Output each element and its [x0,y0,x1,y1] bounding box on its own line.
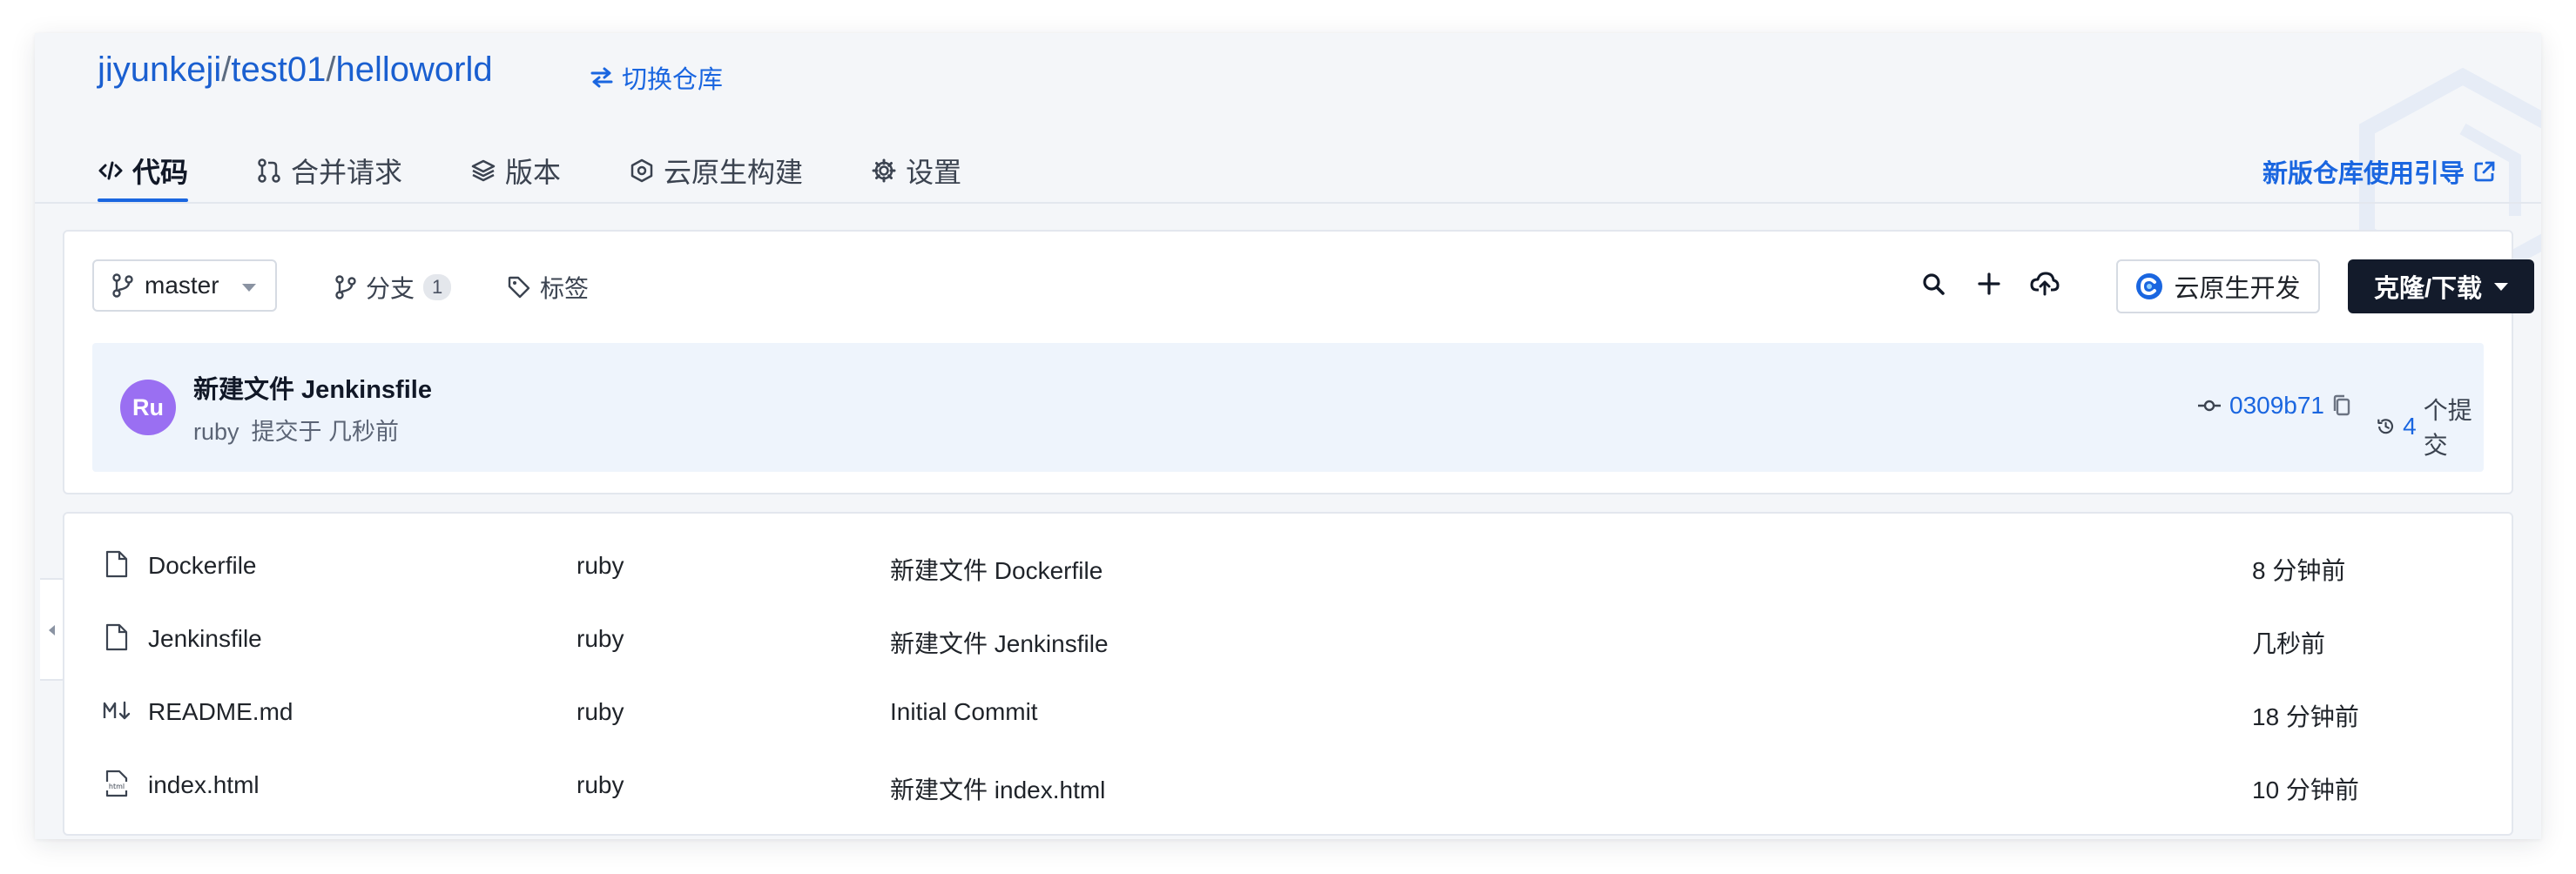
upload-button[interactable] [2029,268,2060,299]
search-button[interactable] [1918,268,1949,299]
file-commit-message[interactable]: 新建文件 Jenkinsfile [890,625,1109,660]
switch-repo-link[interactable]: 切换仓库 [589,59,723,96]
swap-icon [590,67,613,88]
code-icon [98,161,123,180]
file-icon [105,623,128,651]
file-author: ruby [577,771,624,798]
tag-icon [508,276,530,299]
tab-cloud-build[interactable]: 云原生构建 [629,143,803,198]
commit-author[interactable]: ruby [193,419,239,445]
table-row[interactable]: Jenkinsfile ruby 新建文件 Jenkinsfile 几秒前 [64,599,2512,672]
table-row[interactable]: README.md ruby Initial Commit 18 分钟前 [64,672,2512,745]
tab-label: 设置 [906,157,962,188]
header-divider [35,202,2541,204]
branch-icon [112,273,133,298]
branch-icon [335,275,356,299]
file-commit-message[interactable]: 新建文件 index.html [890,771,1105,806]
tags-label: 标签 [540,275,590,302]
file-name[interactable]: index.html [148,771,260,799]
branches-count-badge: 1 [423,274,452,300]
commit-count-suffix: 个提交 [2423,397,2472,459]
markdown-icon [103,701,131,720]
add-file-button[interactable] [1973,268,2005,299]
copy-icon[interactable] [2331,393,2352,418]
clone-label: 克隆/下载 [2373,275,2483,303]
cloud-dev-label: 云原生开发 [2174,275,2301,303]
commit-time: 提交于 几秒前 [251,419,400,445]
cloud-dev-logo-icon [2136,273,2163,299]
table-row[interactable]: html index.html ruby 新建文件 index.html 10 … [64,745,2512,818]
file-commit-message[interactable]: 新建文件 Dockerfile [890,552,1103,587]
app-frame: jiyunkeji/test01/helloworld 切换仓库 代码 合并请求… [35,33,2541,839]
history-icon [2377,419,2394,434]
chevron-down-icon [242,284,256,292]
file-author: ruby [577,625,624,652]
chevron-left-icon [49,625,55,635]
file-name[interactable]: Dockerfile [148,552,256,580]
file-list: Dockerfile ruby 新建文件 Dockerfile 8 分钟前 Je… [63,512,2513,836]
external-link-icon [2474,161,2495,182]
commit-count: 4 [2403,413,2417,440]
tab-label: 版本 [505,157,562,188]
repo-guide-link[interactable]: 新版仓库使用引导 [2262,153,2496,190]
branch-select[interactable]: master [92,259,277,312]
toolbar-icons [1918,268,2060,299]
avatar[interactable]: Ru [120,380,176,435]
commit-history-link[interactable]: 4 个提交 [2376,392,2484,461]
switch-repo-label: 切换仓库 [622,66,724,94]
commit-meta: ruby 提交于 几秒前 [193,413,411,447]
plus-icon [1978,272,2000,295]
branches-label: 分支 [366,275,415,302]
file-name[interactable]: Jenkinsfile [148,625,262,653]
pull-request-icon [258,158,280,183]
html-file-icon: html [105,770,128,797]
repo-owner-link[interactable]: jiyunkeji [98,50,221,89]
table-row[interactable]: Dockerfile ruby 新建文件 Dockerfile 8 分钟前 [64,526,2512,599]
chevron-down-icon [2494,282,2509,291]
file-time: 8 分钟前 [2252,557,2346,584]
gear-icon [872,158,896,183]
repo-breadcrumb: jiyunkeji/test01/helloworld [98,50,493,90]
path-separator: / [326,50,336,89]
cloud-dev-button[interactable]: 云原生开发 [2116,259,2320,313]
file-author: ruby [577,552,624,579]
tab-label: 合并请求 [291,157,403,188]
tab-label: 云原生构建 [664,157,804,188]
repo-tabs: 代码 合并请求 版本 云原生构建 设置 [98,143,1029,202]
repo-toolbar-card: master 分支 1 标签 云原生开发 克隆/下载 Ru 新建文件 Jenki… [63,230,2534,494]
tags-link[interactable]: 标签 [507,270,589,305]
commit-hash: 0309b71 [2229,392,2325,419]
tab-label: 代码 [132,157,189,188]
commit-title[interactable]: 新建文件 Jenkinsfile [193,369,432,406]
file-commit-message[interactable]: Initial Commit [890,698,1038,726]
build-icon [631,158,653,183]
file-time: 10 分钟前 [2252,777,2359,803]
layers-icon [471,159,496,182]
branch-name: master [145,272,219,299]
file-time: 几秒前 [2252,630,2326,657]
branches-link[interactable]: 分支 1 [334,270,452,305]
repo-name-link[interactable]: helloworld [336,50,493,89]
tab-settings[interactable]: 设置 [871,143,961,198]
clone-download-button[interactable]: 克隆/下载 [2348,259,2534,313]
commit-icon [2198,400,2221,412]
cloud-upload-icon [2030,272,2060,296]
tab-pull-requests[interactable]: 合并请求 [256,143,402,198]
file-author: ruby [577,698,624,725]
search-icon [1923,273,1945,295]
repo-group-link[interactable]: test01 [231,50,326,89]
file-icon [105,550,128,578]
file-time: 18 分钟前 [2252,703,2359,730]
path-separator: / [221,50,232,89]
file-name[interactable]: README.md [148,698,293,726]
tab-code[interactable]: 代码 [98,143,189,202]
svg-text:html: html [109,783,125,790]
tab-releases[interactable]: 版本 [470,143,561,198]
latest-commit-panel: Ru 新建文件 Jenkinsfile ruby 提交于 几秒前 0309b71 … [92,343,2484,472]
commit-hash-link[interactable]: 0309b71 [2196,392,2352,420]
guide-label: 新版仓库使用引导 [2262,160,2465,188]
